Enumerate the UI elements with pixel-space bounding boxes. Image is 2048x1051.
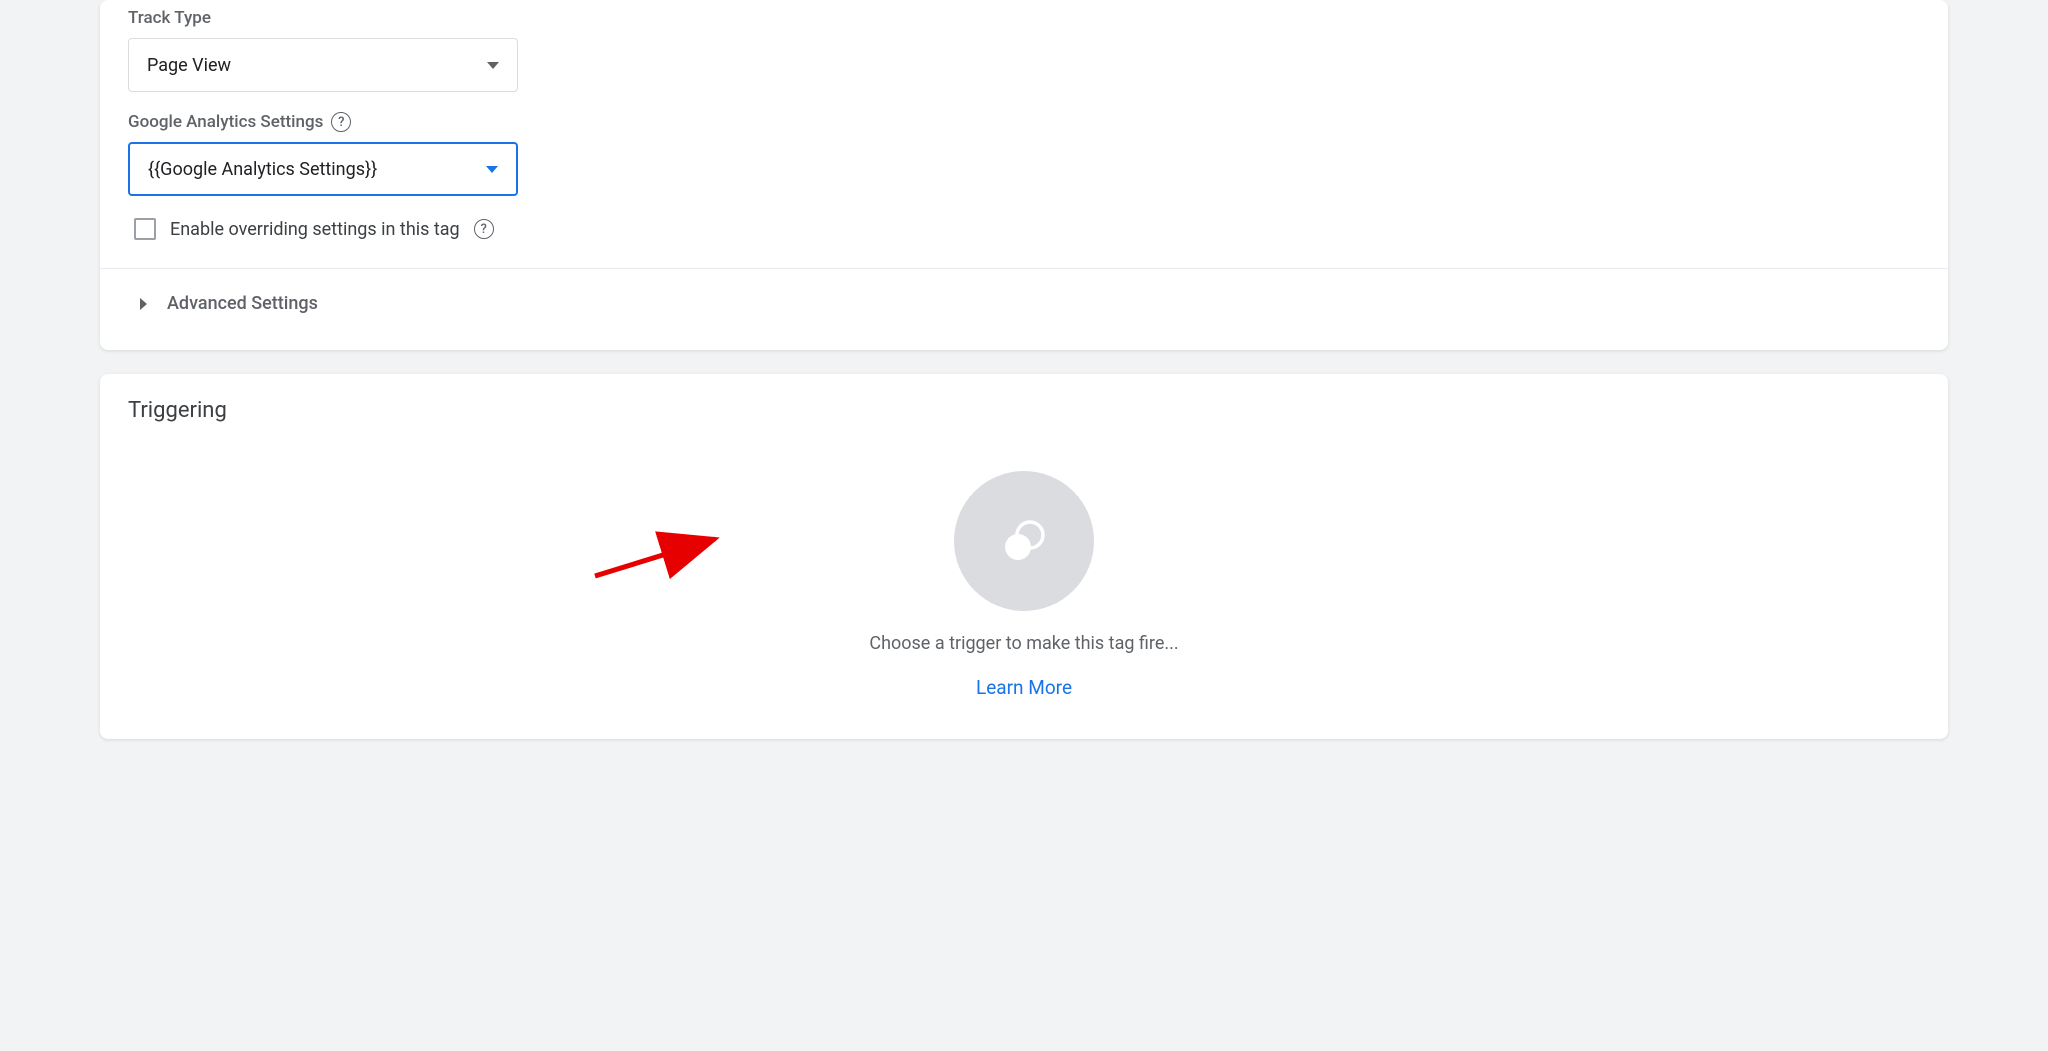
ga-settings-label-text: Google Analytics Settings (128, 112, 323, 132)
choose-trigger-button[interactable] (954, 471, 1094, 611)
advanced-settings-label: Advanced Settings (167, 293, 318, 314)
track-type-value: Page View (147, 55, 231, 76)
triggering-title: Triggering (128, 398, 1920, 423)
track-type-select[interactable]: Page View (128, 38, 518, 92)
trigger-placeholder-text: Choose a trigger to make this tag fire..… (869, 633, 1178, 654)
caret-down-icon (486, 166, 498, 173)
caret-down-icon (487, 62, 499, 69)
help-icon[interactable]: ? (331, 112, 351, 132)
trigger-icon (998, 515, 1050, 567)
track-type-label-text: Track Type (128, 8, 211, 28)
help-icon[interactable]: ? (474, 219, 494, 239)
ga-settings-value: {{Google Analytics Settings}} (148, 159, 377, 180)
chevron-right-icon (140, 298, 147, 310)
track-type-label: Track Type (128, 8, 1920, 28)
ga-settings-label: Google Analytics Settings ? (128, 112, 1920, 132)
ga-settings-select[interactable]: {{Google Analytics Settings}} (128, 142, 518, 196)
override-label: Enable overriding settings in this tag (170, 219, 460, 240)
triggering-card: Triggering Choose a trigger to make this… (100, 374, 1948, 739)
tag-config-card: Track Type Page View Google Analytics Se… (100, 0, 1948, 350)
annotation-arrow-icon (590, 531, 730, 581)
trigger-placeholder: Choose a trigger to make this tag fire..… (128, 471, 1920, 699)
override-settings-row: Enable overriding settings in this tag ? (134, 218, 1920, 240)
override-checkbox[interactable] (134, 218, 156, 240)
advanced-settings-toggle[interactable]: Advanced Settings (128, 269, 1920, 330)
learn-more-link[interactable]: Learn More (976, 676, 1072, 699)
